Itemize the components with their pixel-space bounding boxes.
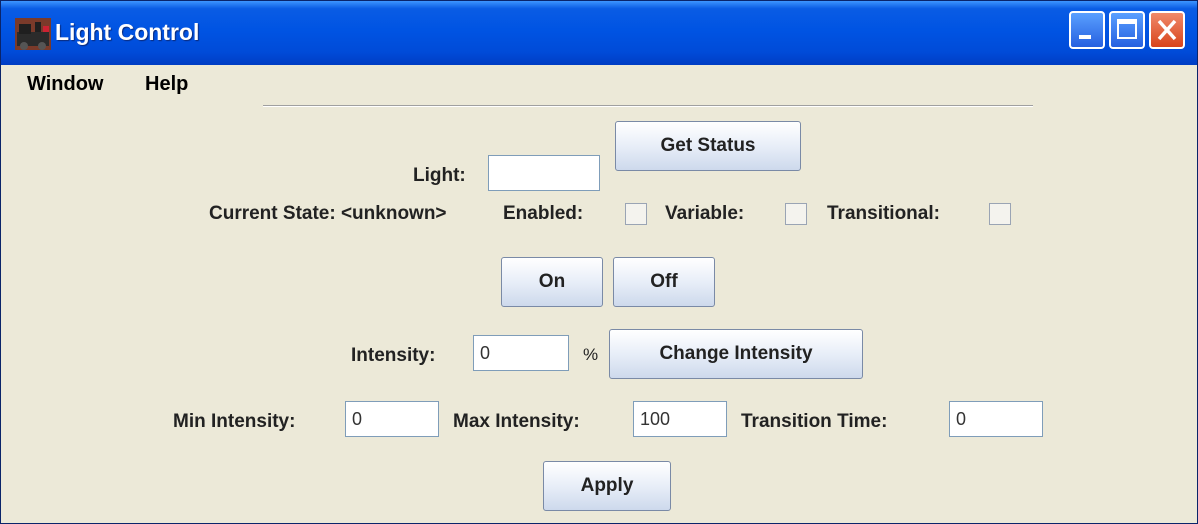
light-label: Light: <box>413 165 466 186</box>
intensity-unit: % <box>583 345 599 364</box>
current-state-text: Current State: <unknown> <box>209 203 447 224</box>
on-button[interactable]: On <box>501 257 603 307</box>
variable-checkbox[interactable] <box>785 203 807 225</box>
apply-button[interactable]: Apply <box>543 461 671 511</box>
menu-window[interactable]: Window <box>27 73 103 96</box>
max-intensity-label: Max Intensity: <box>453 411 580 432</box>
title-bar[interactable]: Light Control <box>1 1 1197 65</box>
max-intensity-input[interactable] <box>633 401 727 437</box>
minimize-button[interactable] <box>1069 11 1105 49</box>
window-title: Light Control <box>55 19 200 45</box>
transition-time-input[interactable] <box>949 401 1043 437</box>
maximize-button[interactable] <box>1109 11 1145 49</box>
enabled-checkbox[interactable] <box>625 203 647 225</box>
light-input[interactable] <box>488 155 600 191</box>
menu-separator <box>263 105 1033 107</box>
maximize-icon <box>1117 19 1137 39</box>
variable-label: Variable: <box>665 203 745 224</box>
minimize-icon <box>1079 35 1091 39</box>
menu-help[interactable]: Help <box>145 73 188 96</box>
train-icon <box>15 18 51 50</box>
transitional-label: Transitional: <box>827 203 940 224</box>
light-control-window: Light Control Window Help Light: Get Sta… <box>0 0 1198 524</box>
transitional-checkbox[interactable] <box>989 203 1011 225</box>
close-icon <box>1157 19 1177 41</box>
enabled-label: Enabled: <box>503 203 584 224</box>
intensity-label: Intensity: <box>351 345 436 366</box>
change-intensity-button[interactable]: Change Intensity <box>609 329 863 379</box>
transition-time-label: Transition Time: <box>741 411 888 432</box>
min-intensity-input[interactable] <box>345 401 439 437</box>
close-button[interactable] <box>1149 11 1185 49</box>
intensity-input[interactable] <box>473 335 569 371</box>
off-button[interactable]: Off <box>613 257 715 307</box>
get-status-button[interactable]: Get Status <box>615 121 801 171</box>
min-intensity-label: Min Intensity: <box>173 411 296 432</box>
